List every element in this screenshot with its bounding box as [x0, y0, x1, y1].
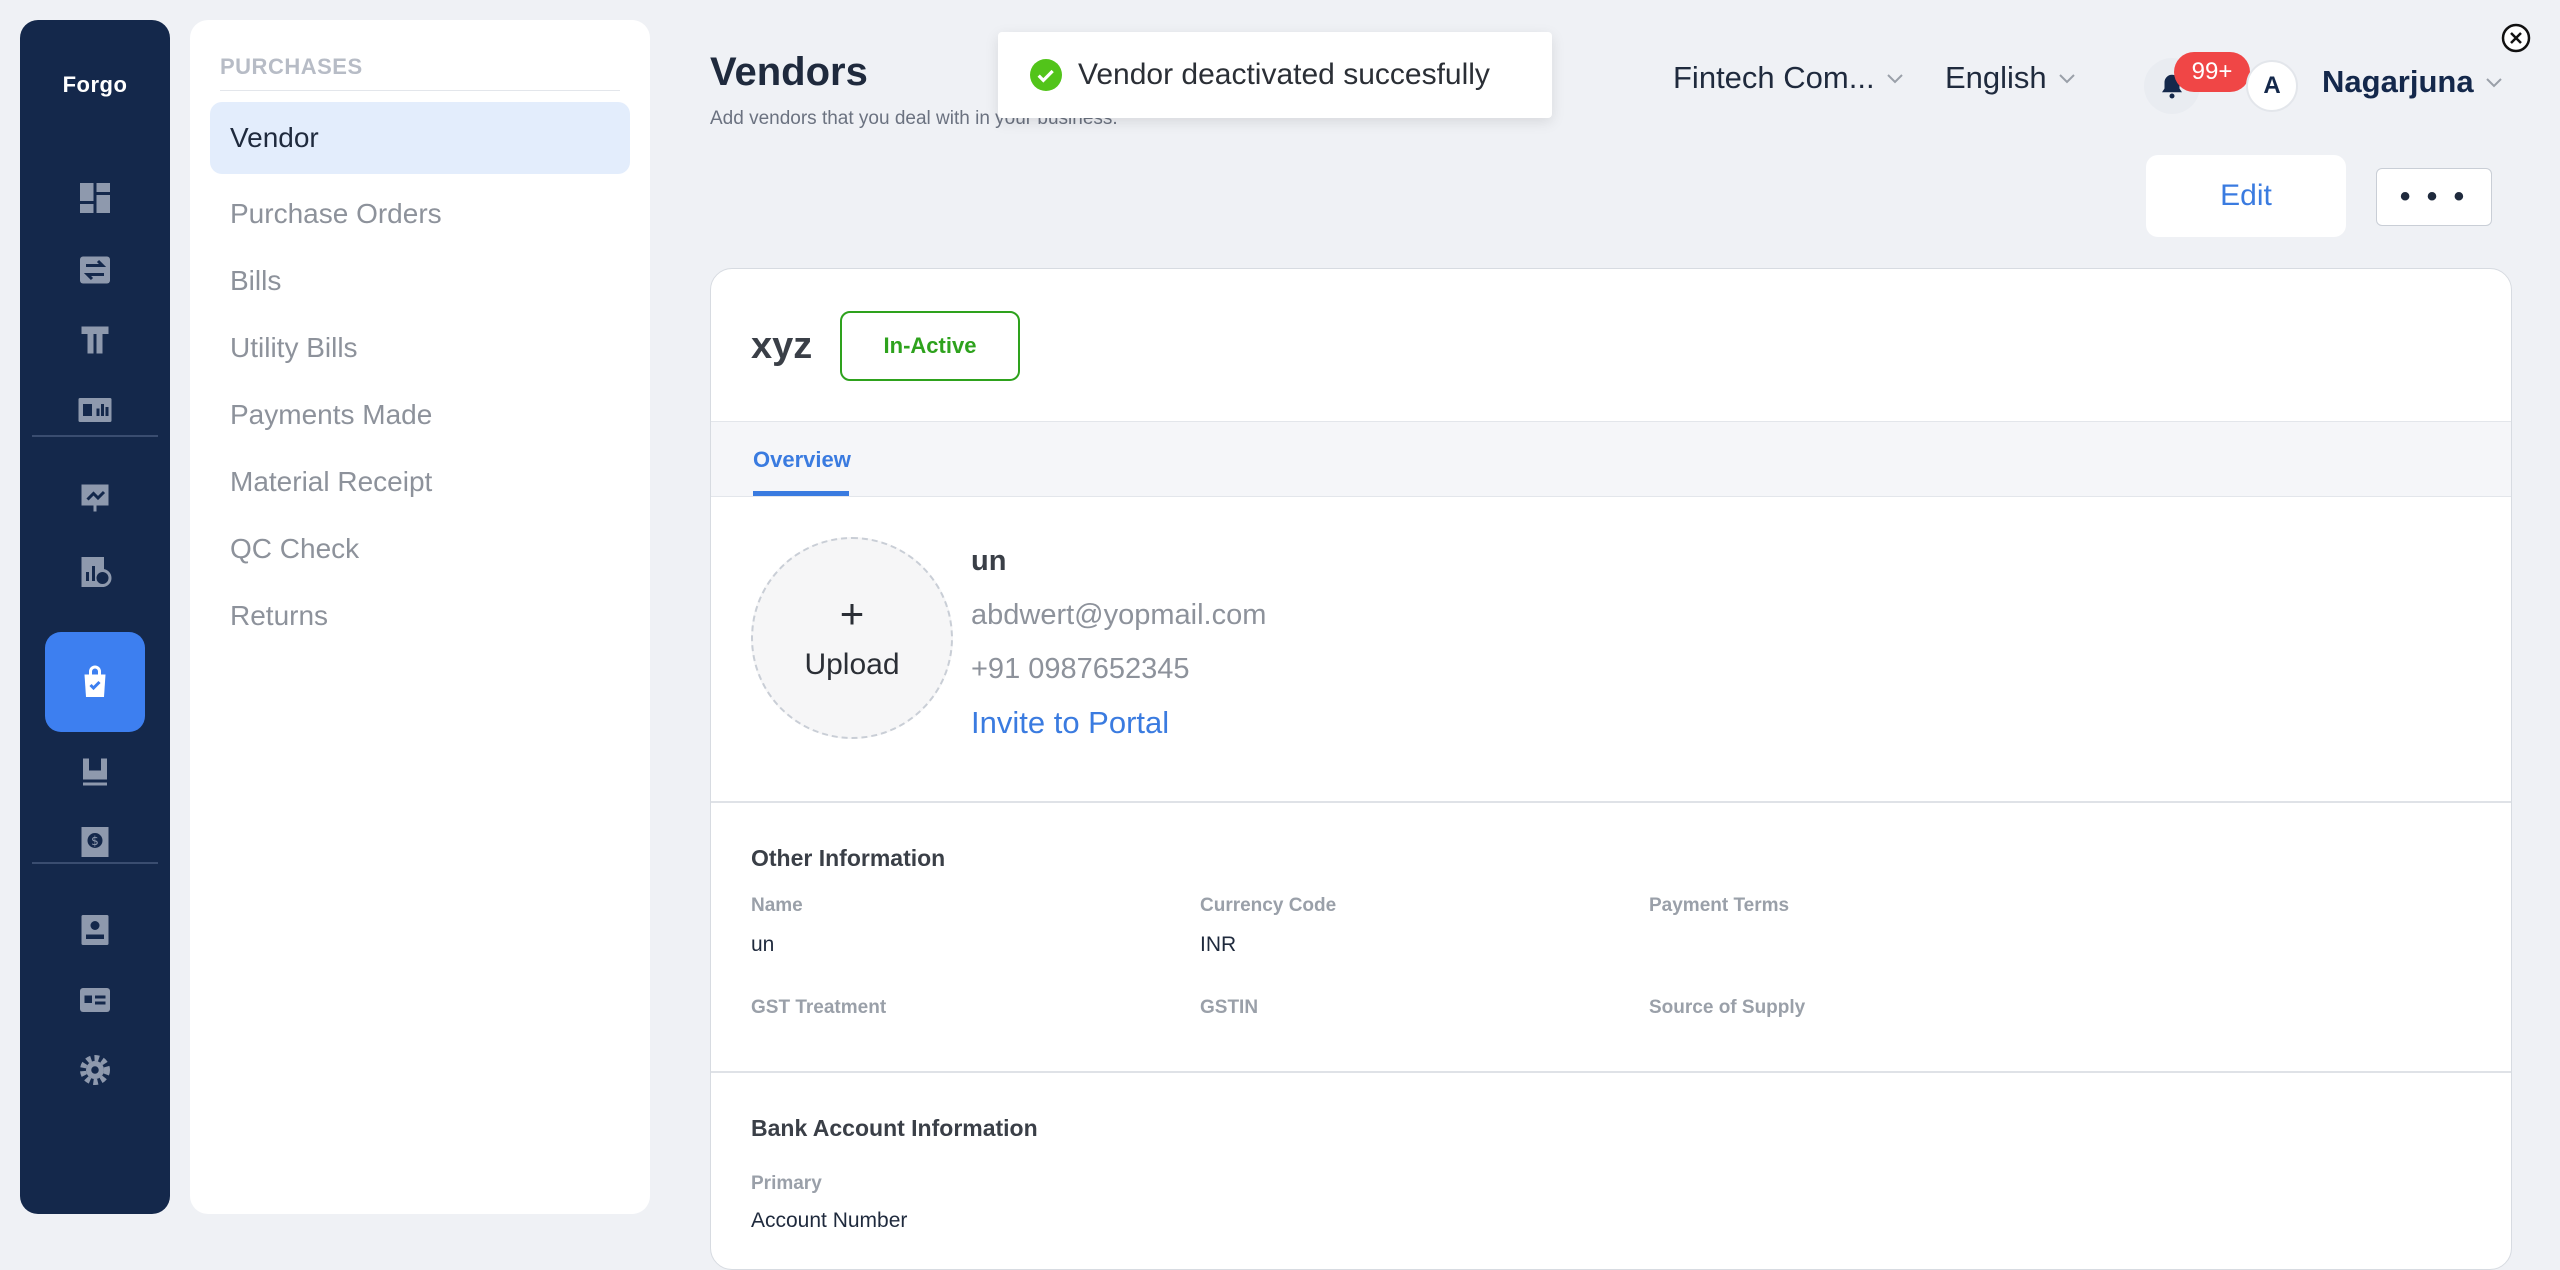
language-name: English: [1945, 60, 2047, 95]
subnav-item-purchase-orders[interactable]: Purchase Orders: [210, 178, 630, 250]
bank-account-title: Bank Account Information: [751, 1115, 1038, 1141]
primary-label: Primary: [751, 1173, 822, 1194]
more-options-button[interactable]: • • •: [2376, 168, 2492, 226]
receipt-icon[interactable]: $: [75, 822, 115, 862]
icon-rail: Forgo $: [20, 20, 170, 1214]
other-information-title: Other Information: [751, 845, 946, 871]
presentation-icon[interactable]: [75, 478, 115, 518]
gst-treatment-label: GST Treatment: [751, 997, 887, 1018]
analytics-icon[interactable]: [75, 552, 115, 592]
chevron-down-icon: [1886, 74, 1903, 84]
subnav-item-returns[interactable]: Returns: [210, 580, 630, 652]
cards-icon[interactable]: [75, 980, 115, 1020]
purchases-subnav: PURCHASES Vendor Purchase Orders Bills U…: [190, 20, 650, 1214]
notification-badge: 99+: [2174, 52, 2250, 92]
chevron-down-icon: [2485, 78, 2502, 88]
upload-label: Upload: [804, 648, 900, 681]
edit-button[interactable]: Edit: [2146, 155, 2346, 237]
toast-message: Vendor deactivated succesfully: [1078, 58, 1490, 91]
brand-logo: Forgo: [62, 72, 128, 97]
organization-name: Fintech Com...: [1673, 60, 1875, 95]
purchases-icon[interactable]: [45, 632, 145, 732]
gstin-label: GSTIN: [1200, 997, 1259, 1018]
close-icon[interactable]: [2500, 22, 2532, 54]
avatar[interactable]: A: [2246, 60, 2298, 112]
account-number-label: Account Number: [751, 1209, 908, 1232]
dashboard-icon[interactable]: [75, 178, 115, 218]
subnav-item-vendor[interactable]: Vendor: [210, 102, 630, 174]
check-circle-icon: [1030, 59, 1062, 91]
payment-terms-label: Payment Terms: [1649, 895, 1790, 916]
page-title: Vendors: [710, 50, 868, 94]
subnav-item-material-receipt[interactable]: Material Receipt: [210, 446, 630, 518]
tabs-bar: Overview: [711, 421, 2511, 497]
rail-divider: [32, 862, 158, 864]
section-divider: [711, 801, 2511, 803]
name-value: un: [751, 933, 775, 956]
invite-to-portal-link[interactable]: Invite to Portal: [971, 705, 1169, 741]
subnav-item-utility-bills[interactable]: Utility Bills: [210, 312, 630, 384]
tab-overview[interactable]: Overview: [753, 422, 851, 496]
organization-select[interactable]: Fintech Com...: [1673, 60, 1905, 96]
contact-email: abdwert@yopmail.com: [971, 599, 1267, 631]
subnav-item-bills[interactable]: Bills: [210, 245, 630, 317]
expenses-icon[interactable]: [75, 752, 115, 792]
svg-text:$: $: [91, 834, 99, 848]
chevron-down-icon: [2058, 74, 2075, 84]
name-label: Name: [751, 895, 803, 916]
source-of-supply-label: Source of Supply: [1649, 997, 1806, 1018]
transfer-icon[interactable]: [75, 250, 115, 290]
inventory-icon[interactable]: [75, 320, 115, 360]
plus-icon: +: [839, 590, 865, 637]
status-badge: In-Active: [840, 311, 1020, 381]
user-menu[interactable]: Nagarjuna: [2322, 64, 2504, 100]
contact-phone: +91 0987652345: [971, 653, 1190, 685]
subnav-heading: PURCHASES: [220, 54, 363, 79]
rail-divider: [32, 435, 158, 437]
currency-code-value: INR: [1200, 933, 1237, 956]
subnav-divider: [220, 90, 620, 91]
upload-logo-button[interactable]: + Upload: [751, 537, 953, 739]
vendor-detail-card: xyz In-Active Overview + Upload un abdwe…: [710, 268, 2512, 1270]
subnav-item-qc-check[interactable]: QC Check: [210, 513, 630, 585]
contact-name: un: [971, 545, 1007, 577]
username: Nagarjuna: [2322, 64, 2474, 99]
success-toast: Vendor deactivated succesfully: [998, 32, 1552, 118]
active-tab-indicator: [753, 491, 849, 496]
reports-icon[interactable]: [75, 390, 115, 430]
vendor-name: xyz: [751, 325, 813, 367]
subnav-item-payments-made[interactable]: Payments Made: [210, 379, 630, 451]
language-select[interactable]: English: [1945, 60, 2077, 96]
contacts-icon[interactable]: [75, 910, 115, 950]
currency-code-label: Currency Code: [1200, 895, 1337, 916]
section-divider: [711, 1071, 2511, 1073]
settings-icon[interactable]: [75, 1050, 115, 1090]
